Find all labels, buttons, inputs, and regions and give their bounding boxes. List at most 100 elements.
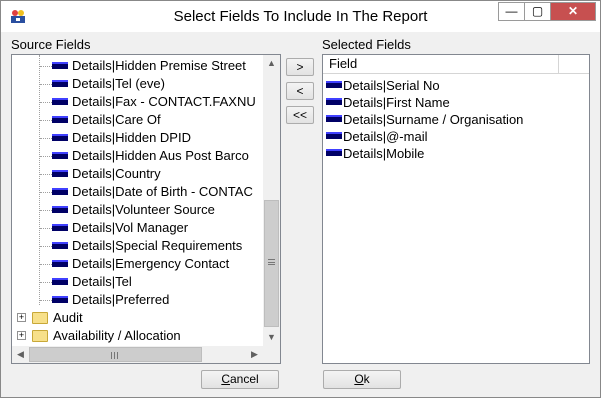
scroll-right-arrow-icon[interactable]: ▶ <box>246 346 263 363</box>
list-item[interactable]: Details|@-mail <box>323 128 589 145</box>
tree-branch-line <box>40 228 52 229</box>
tree-item[interactable]: Details|Vol Manager <box>12 219 263 237</box>
tree-branch-line <box>40 210 52 211</box>
cancel-button[interactable]: Cancel <box>201 370 279 389</box>
close-button[interactable]: ✕ <box>550 2 596 21</box>
list-item[interactable]: Details|Surname / Organisation <box>323 111 589 128</box>
remove-field-button[interactable]: < <box>286 82 314 100</box>
column-header-blank[interactable] <box>559 55 589 74</box>
remove-all-button[interactable]: << <box>286 106 314 124</box>
folder-icon <box>32 330 48 342</box>
scroll-down-arrow-icon[interactable]: ▼ <box>263 329 280 346</box>
tree-item-label: Details|Hidden DPID <box>72 130 191 145</box>
list-item-label: Details|Serial No <box>343 78 440 93</box>
field-icon <box>326 132 342 139</box>
tree-item[interactable]: Details|Hidden Aus Post Barco <box>12 147 263 165</box>
field-icon <box>52 296 68 303</box>
tree-item[interactable]: Details|Tel (eve) <box>12 75 263 93</box>
tree-item[interactable]: Details|Country <box>12 165 263 183</box>
tree-item[interactable]: Details|Care Of <box>12 111 263 129</box>
tree-item-label: Details|Special Requirements <box>72 238 243 253</box>
list-header: Field <box>323 55 589 74</box>
tree-item-label: Details|Emergency Contact <box>72 256 230 271</box>
field-icon <box>326 115 342 122</box>
field-icon <box>52 206 68 213</box>
cancel-mnemonic: C <box>221 372 230 386</box>
field-icon <box>326 81 342 88</box>
grip-icon <box>111 352 118 359</box>
list-item[interactable]: Details|Serial No <box>323 77 589 94</box>
field-icon <box>52 80 68 87</box>
list-item-label: Details|First Name <box>343 95 450 110</box>
scroll-left-arrow-icon[interactable]: ◀ <box>12 346 29 363</box>
tree-item[interactable]: Details|Date of Birth - CONTAC <box>12 183 263 201</box>
expand-icon[interactable]: + <box>17 331 26 340</box>
tree-branch-line <box>40 156 52 157</box>
vertical-scroll-thumb[interactable] <box>264 200 279 327</box>
tree-branch-line <box>40 102 52 103</box>
tree-item[interactable]: Details|Hidden Premise Street <box>12 57 263 75</box>
maximize-button[interactable]: ▢ <box>524 2 551 21</box>
field-icon <box>326 149 342 156</box>
selected-fields-list[interactable]: Field Details|Serial No Details|First Na… <box>322 54 590 364</box>
tree-item-label: Details|Date of Birth - CONTAC <box>72 184 253 199</box>
tree-item[interactable]: Details|Hidden DPID <box>12 129 263 147</box>
ok-label: k <box>363 372 370 386</box>
list-item[interactable]: Details|Mobile <box>323 145 589 162</box>
field-icon <box>52 62 68 69</box>
tree-item[interactable]: Details|Fax - CONTACT.FAXNU <box>12 93 263 111</box>
field-icon <box>52 188 68 195</box>
tree-branch-line <box>40 300 52 301</box>
expand-icon[interactable]: + <box>17 313 26 322</box>
tree-item[interactable]: Details|Volunteer Source <box>12 201 263 219</box>
tree-item[interactable]: Details|Tel <box>12 273 263 291</box>
tree-branch-line <box>40 174 52 175</box>
tree-branch-line <box>40 192 52 193</box>
source-fields-label: Source Fields <box>11 37 91 52</box>
dialog-window: Select Fields To Include In The Report —… <box>0 0 601 398</box>
tree-item[interactable]: Details|Special Requirements <box>12 237 263 255</box>
source-fields-tree[interactable]: Details|Hidden Premise Street Details|Te… <box>11 54 281 364</box>
tree-item-label: Details|Hidden Aus Post Barco <box>72 148 249 163</box>
tree-item[interactable]: Details|Emergency Contact <box>12 255 263 273</box>
tree-item[interactable]: Details|Preferred <box>12 291 263 309</box>
tree-item-label: Details|Hidden Premise Street <box>72 58 246 73</box>
grip-icon <box>268 259 275 265</box>
field-icon <box>52 134 68 141</box>
tree-folder-availability[interactable]: + Availability / Allocation <box>12 327 263 345</box>
tree-item-label: Details|Preferred <box>72 292 170 307</box>
field-icon <box>52 242 68 249</box>
field-icon <box>52 278 68 285</box>
field-icon <box>326 98 342 105</box>
tree-folder-audit[interactable]: + Audit <box>12 309 263 327</box>
title-bar[interactable]: Select Fields To Include In The Report —… <box>1 1 600 32</box>
field-icon <box>52 170 68 177</box>
ok-mnemonic: O <box>354 372 364 386</box>
ok-button[interactable]: Ok <box>323 370 401 389</box>
field-icon <box>52 224 68 231</box>
minimize-button[interactable]: — <box>498 2 525 21</box>
add-field-button[interactable]: > <box>286 58 314 76</box>
column-header-field[interactable]: Field <box>323 55 559 74</box>
tree-branch-line <box>40 84 52 85</box>
tree-rows: Details|Hidden Premise Street Details|Te… <box>12 55 263 346</box>
horizontal-scrollbar[interactable]: ◀ ▶ <box>12 346 263 363</box>
selected-fields-label: Selected Fields <box>322 37 411 52</box>
horizontal-scroll-thumb[interactable] <box>29 347 202 362</box>
tree-item-label: Details|Tel <box>72 274 132 289</box>
field-icon <box>52 116 68 123</box>
field-icon <box>52 98 68 105</box>
vertical-scrollbar[interactable]: ▲ ▼ <box>263 55 280 346</box>
scrollbar-corner <box>263 346 280 363</box>
tree-branch-line <box>40 138 52 139</box>
tree-folder-label: Availability / Allocation <box>53 328 181 343</box>
tree-branch-line <box>40 264 52 265</box>
tree-item-label: Details|Volunteer Source <box>72 202 215 217</box>
list-item-label: Details|Mobile <box>343 146 425 161</box>
tree-item-label: Details|Vol Manager <box>72 220 189 235</box>
list-item[interactable]: Details|First Name <box>323 94 589 111</box>
list-item-label: Details|@-mail <box>343 129 428 144</box>
tree-folder-label: Audit <box>53 310 83 325</box>
scroll-up-arrow-icon[interactable]: ▲ <box>263 55 280 72</box>
tree-branch-line <box>40 282 52 283</box>
